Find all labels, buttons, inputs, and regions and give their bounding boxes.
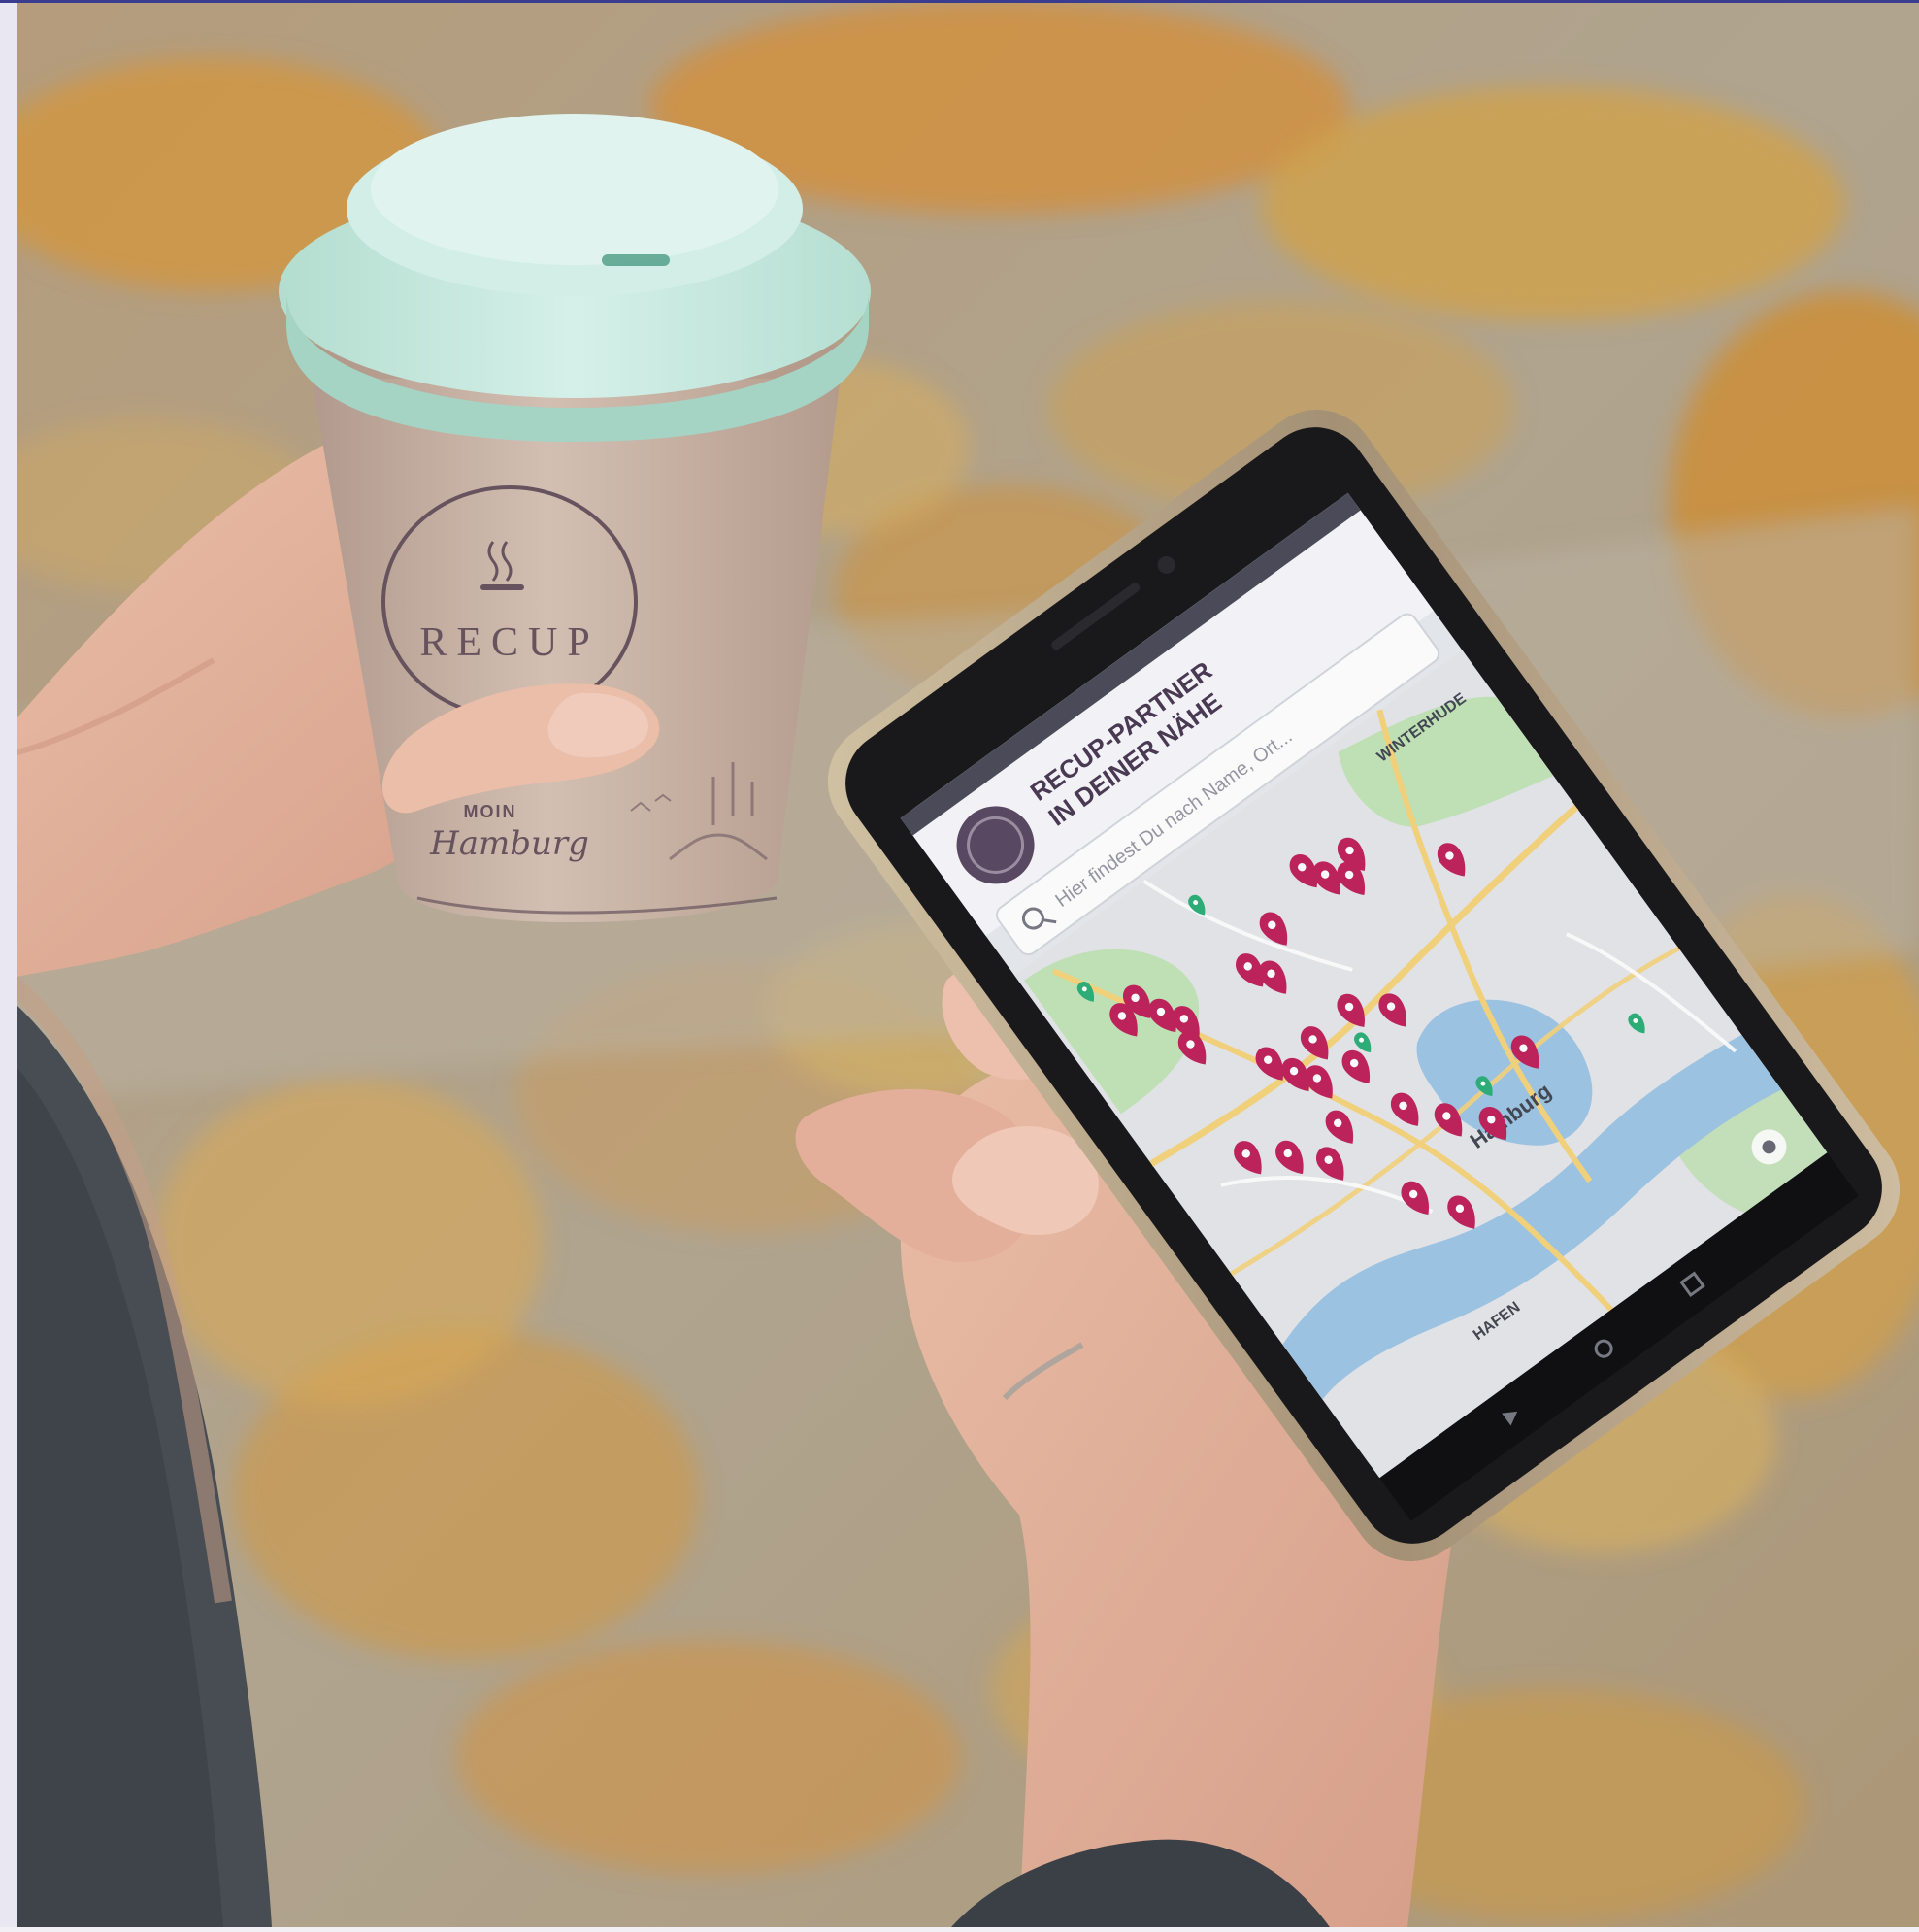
photo-scene: RECUP MOIN Hamburg RECUP-PARTNER IN DEIN… bbox=[0, 0, 1919, 1927]
left-border bbox=[0, 0, 17, 1927]
top-border bbox=[0, 0, 1919, 3]
photo-illustration: RECUP MOIN Hamburg RECUP-PARTNER IN DEIN… bbox=[0, 0, 1919, 1927]
